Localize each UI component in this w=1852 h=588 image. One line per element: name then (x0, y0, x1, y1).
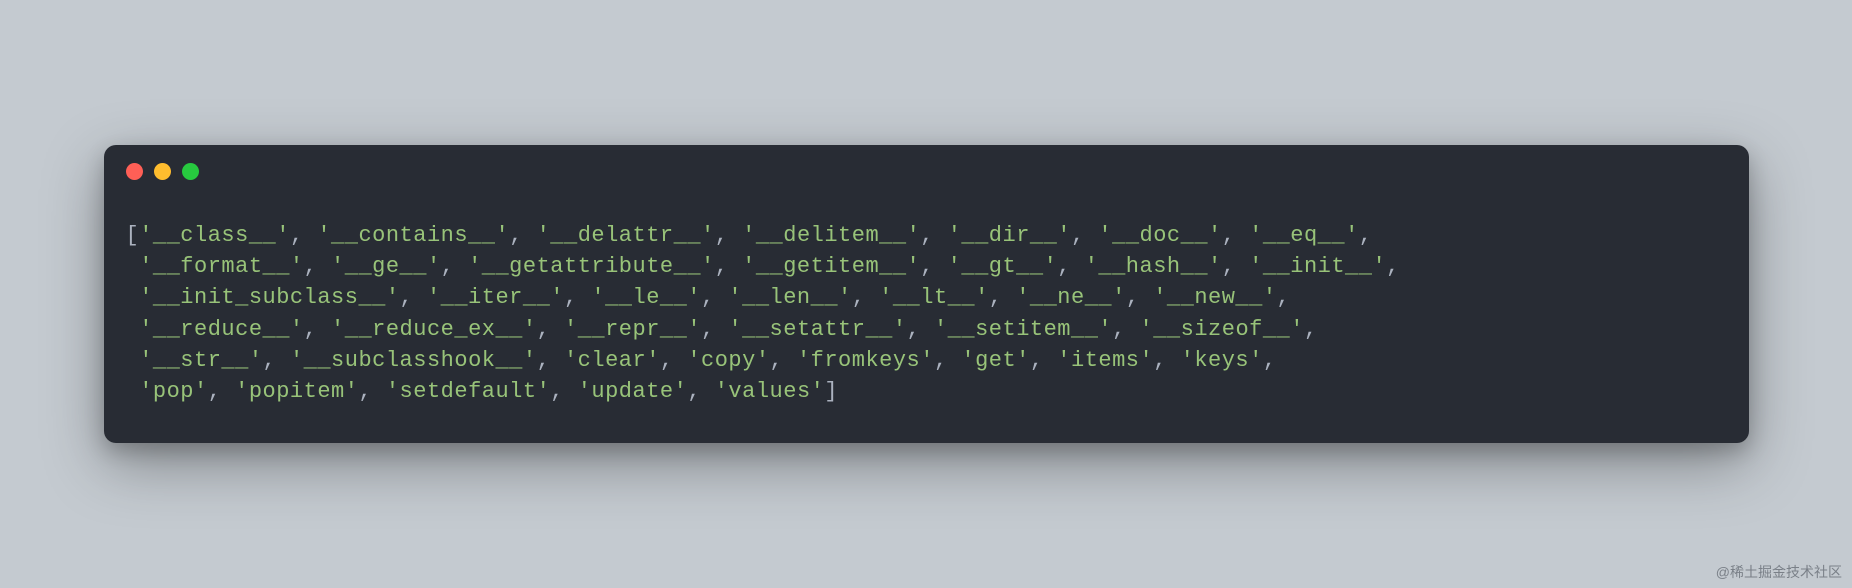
terminal-content: ['__class__', '__contains__', '__delattr… (104, 190, 1749, 443)
terminal-window: ['__class__', '__contains__', '__delattr… (104, 145, 1749, 443)
python-output: ['__class__', '__contains__', '__delattr… (126, 220, 1727, 407)
window-title-bar (104, 145, 1749, 190)
minimize-icon[interactable] (154, 163, 171, 180)
close-icon[interactable] (126, 163, 143, 180)
watermark-text: @稀土掘金技术社区 (1716, 562, 1842, 582)
maximize-icon[interactable] (182, 163, 199, 180)
